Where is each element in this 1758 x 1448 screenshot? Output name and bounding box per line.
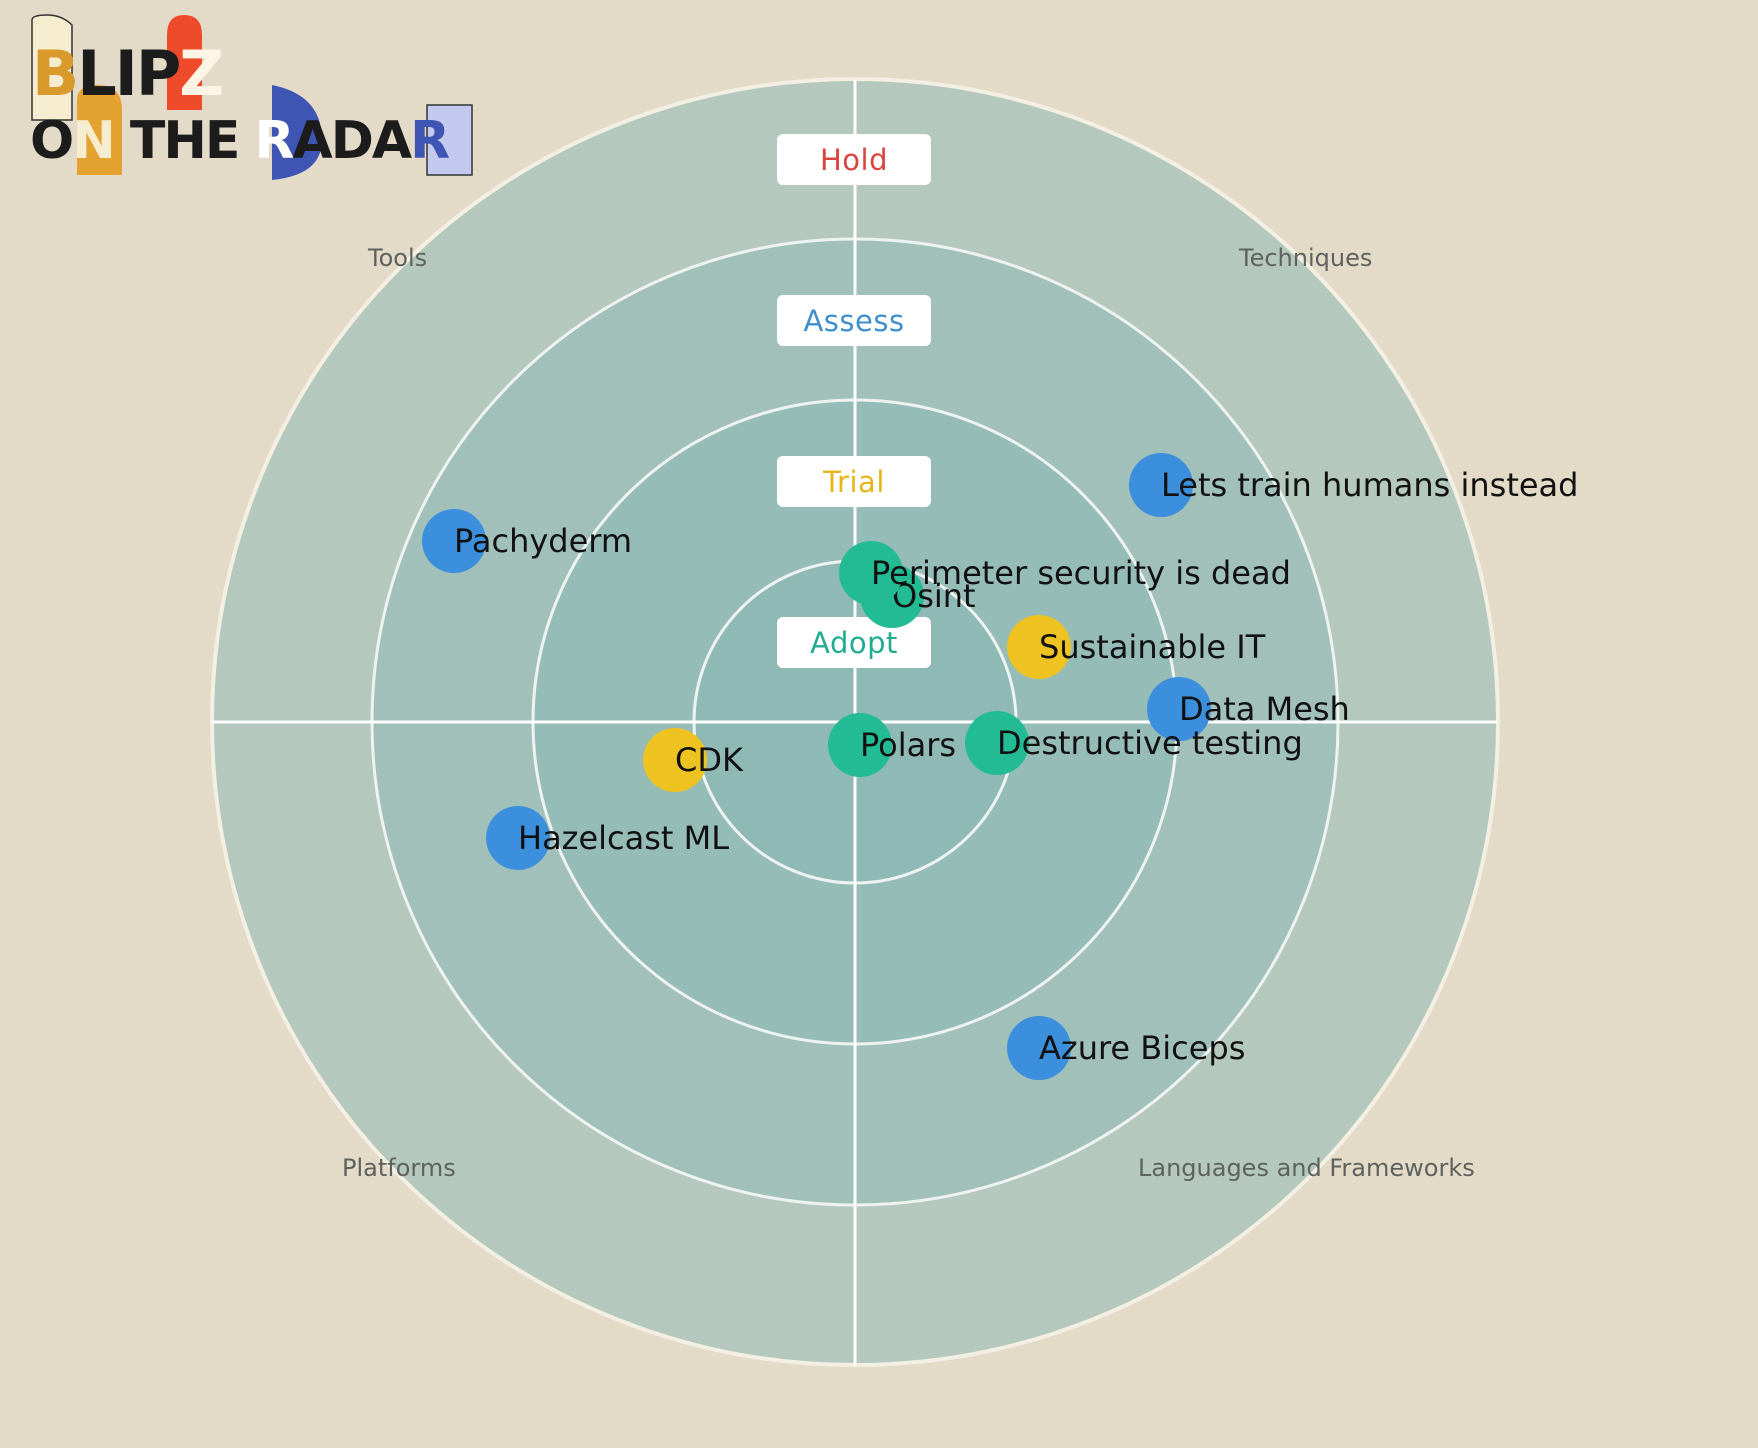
quadrant-label-techniques: Techniques xyxy=(1239,244,1373,272)
blip-label[interactable]: Hazelcast ML xyxy=(518,820,729,856)
blip-label[interactable]: Perimeter security is dead xyxy=(871,555,1291,591)
quadrant-label-languages-frameworks: Languages and Frameworks xyxy=(1138,1154,1475,1182)
ring-label-hold: Hold xyxy=(777,134,931,185)
quadrant-label-platforms: Platforms xyxy=(342,1154,456,1182)
blip-label[interactable]: Lets train humans instead xyxy=(1161,467,1578,503)
blip-label[interactable]: Azure Biceps xyxy=(1039,1030,1245,1066)
ring-label-adopt: Adopt xyxy=(777,617,931,668)
blip-label[interactable]: Data Mesh xyxy=(1179,691,1350,727)
blip-label[interactable]: Pachyderm xyxy=(454,523,632,559)
blip-label[interactable]: Destructive testing xyxy=(997,725,1303,761)
blip-label[interactable]: CDK xyxy=(675,742,743,778)
ring-label-trial: Trial xyxy=(777,456,931,507)
quadrant-label-tools: Tools xyxy=(368,244,428,272)
ring-label-assess: Assess xyxy=(777,295,931,346)
blip-label[interactable]: Sustainable IT xyxy=(1039,629,1265,665)
blip-label[interactable]: Polars xyxy=(860,727,956,763)
